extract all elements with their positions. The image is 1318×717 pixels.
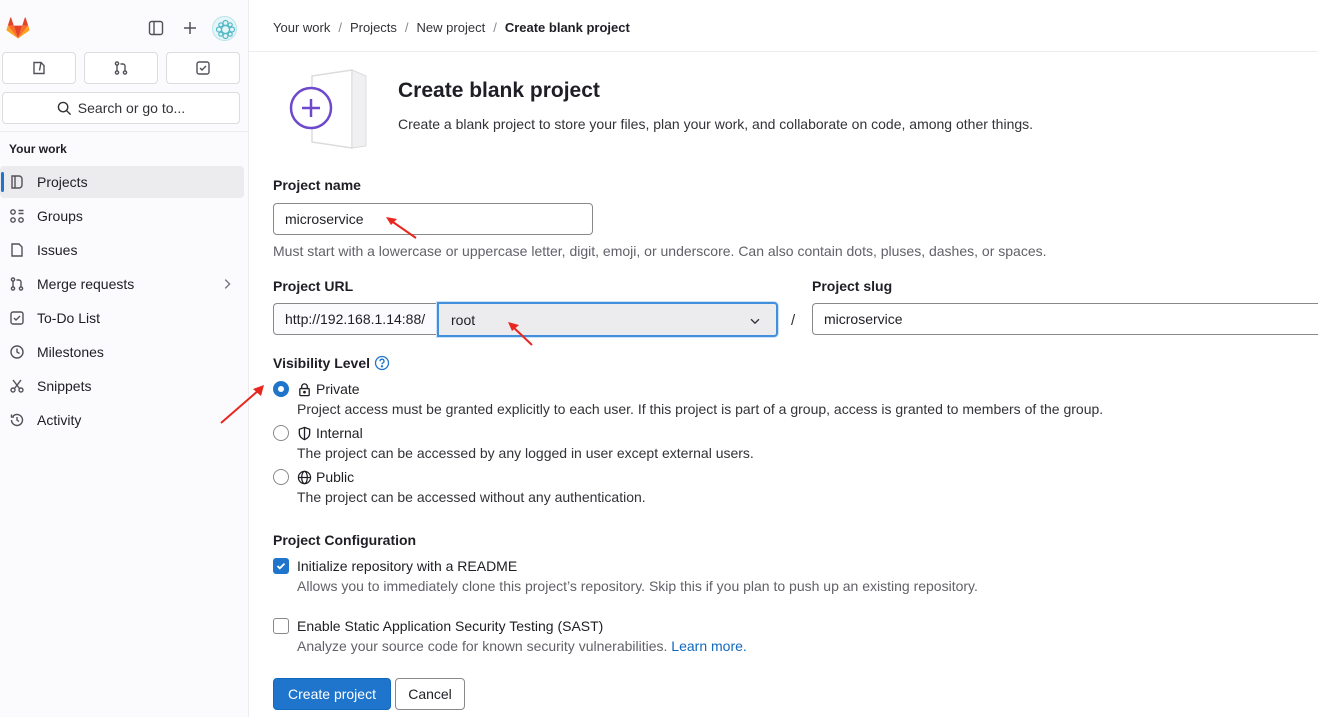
search-label: Search or go to...: [77, 100, 186, 116]
todo-icon: [10, 311, 24, 325]
chevron-right-icon: [224, 279, 231, 289]
sidebar-item-label: Snippets: [37, 378, 92, 394]
learn-more-link[interactable]: Learn more.: [671, 638, 746, 654]
annotation-arrow-icon: [220, 385, 264, 424]
sidebar-item-label: Merge requests: [37, 276, 135, 292]
url-prefix-text: http://192.168.1.14:88/: [285, 311, 426, 327]
project-url-label: Project URL: [273, 278, 354, 294]
visibility-internal-description: The project can be accessed by any logge…: [297, 445, 754, 461]
sast-label[interactable]: Enable Static Application Security Testi…: [297, 618, 603, 634]
merge-request-icon: [114, 61, 128, 75]
sidebar-item-label: Issues: [37, 242, 78, 258]
visibility-private-option[interactable]: Private: [273, 381, 360, 397]
header-divider: [249, 51, 1318, 52]
sidebar-item-issues[interactable]: Issues: [0, 234, 244, 266]
visibility-level-label: Visibility Level: [273, 355, 390, 371]
visibility-public-radio[interactable]: [273, 469, 289, 485]
milestone-icon: [10, 345, 24, 359]
annotation-arrow-icon: [386, 217, 417, 239]
issues-icon: [33, 61, 45, 75]
history-icon: [10, 413, 24, 427]
namespace-select[interactable]: root: [437, 302, 778, 337]
sidebar-item-merge-requests[interactable]: Merge requests: [0, 268, 244, 300]
sidebar-item-label: To-Do List: [37, 310, 101, 326]
sidebar: Search or go to... Your work Projects Gr…: [0, 0, 249, 717]
sast-description-text: Analyze your source code for known secur…: [297, 638, 668, 654]
shield-icon: [298, 426, 311, 440]
sidebar-toggle-icon[interactable]: [146, 18, 166, 38]
sast-checkbox[interactable]: [273, 618, 289, 634]
sidebar-item-todo-list[interactable]: To-Do List: [0, 302, 244, 334]
check-icon: [276, 562, 286, 570]
visibility-level-text: Visibility Level: [273, 355, 371, 371]
annotation-arrow-icon: [508, 322, 533, 346]
visibility-public-description: The project can be accessed without any …: [297, 489, 646, 505]
quick-actions: [2, 52, 240, 84]
project-slug-label: Project slug: [812, 278, 893, 294]
cancel-button[interactable]: Cancel: [395, 678, 465, 710]
project-slug-input[interactable]: [812, 303, 1318, 335]
sidebar-item-milestones[interactable]: Milestones: [0, 336, 244, 368]
sidebar-item-snippets[interactable]: Snippets: [0, 370, 244, 402]
plus-icon[interactable]: [180, 18, 200, 38]
search-icon: [57, 101, 71, 115]
create-project-button[interactable]: Create project: [273, 678, 391, 710]
chevron-down-icon: [750, 318, 760, 325]
sidebar-item-label: Activity: [37, 412, 82, 428]
sidebar-item-label: Projects: [37, 174, 88, 190]
merge-requests-button[interactable]: [84, 52, 158, 84]
visibility-private-label: Private: [316, 381, 360, 397]
todo-icon: [196, 61, 210, 75]
snippet-icon: [10, 379, 24, 393]
visibility-public-option[interactable]: Public: [273, 469, 354, 485]
namespace-value: root: [451, 311, 476, 328]
group-icon: [10, 209, 24, 223]
avatar[interactable]: [212, 16, 237, 41]
page-description: Create a blank project to store your fil…: [398, 116, 1034, 132]
question-circle-icon[interactable]: [374, 355, 390, 371]
breadcrumb-projects[interactable]: Projects: [350, 20, 397, 35]
globe-icon: [297, 470, 312, 484]
search-button[interactable]: Search or go to...: [2, 92, 240, 124]
sidebar-item-activity[interactable]: Activity: [0, 404, 244, 436]
blank-project-illustration-icon: [289, 69, 367, 149]
visibility-private-radio[interactable]: [273, 381, 289, 397]
sast-description: Analyze your source code for known secur…: [297, 638, 747, 654]
visibility-internal-label: Internal: [316, 425, 363, 441]
breadcrumb-your-work[interactable]: Your work: [273, 20, 330, 35]
lock-icon: [299, 382, 310, 396]
visibility-internal-option[interactable]: Internal: [273, 425, 363, 441]
visibility-public-label: Public: [316, 469, 355, 485]
breadcrumb-new-project[interactable]: New project: [417, 20, 486, 35]
project-name-input[interactable]: [273, 203, 593, 235]
url-separator: /: [791, 312, 796, 329]
readme-description: Allows you to immediately clone this pro…: [297, 578, 978, 594]
gitlab-logo-icon[interactable]: [6, 16, 30, 40]
sidebar-section-title: Your work: [9, 142, 67, 156]
project-configuration-label: Project Configuration: [273, 532, 417, 548]
page-title: Create blank project: [398, 79, 600, 102]
sidebar-nav: Projects Groups Issues Merge requests To…: [0, 166, 248, 438]
visibility-internal-radio[interactable]: [273, 425, 289, 441]
project-name-help: Must start with a lowercase or uppercase…: [273, 243, 1047, 259]
breadcrumb-current[interactable]: Create blank project: [505, 20, 630, 35]
project-url-prefix: http://192.168.1.14:88/: [273, 303, 437, 335]
merge-request-icon: [10, 277, 24, 291]
project-name-label: Project name: [273, 177, 361, 193]
sidebar-item-label: Milestones: [37, 344, 104, 360]
sidebar-item-projects[interactable]: Projects: [0, 166, 244, 198]
readme-checkbox[interactable]: [273, 558, 289, 574]
sidebar-item-label: Groups: [37, 208, 83, 224]
issues-icon: [11, 243, 23, 257]
breadcrumb: Your work / Projects / New project / Cre…: [273, 20, 630, 35]
todo-button[interactable]: [166, 52, 240, 84]
visibility-private-description: Project access must be granted explicitl…: [297, 401, 1104, 417]
sidebar-item-groups[interactable]: Groups: [0, 200, 244, 232]
assigned-issues-button[interactable]: [2, 52, 76, 84]
project-icon: [11, 175, 23, 189]
sidebar-divider: [0, 131, 248, 132]
readme-label[interactable]: Initialize repository with a README: [297, 558, 517, 574]
